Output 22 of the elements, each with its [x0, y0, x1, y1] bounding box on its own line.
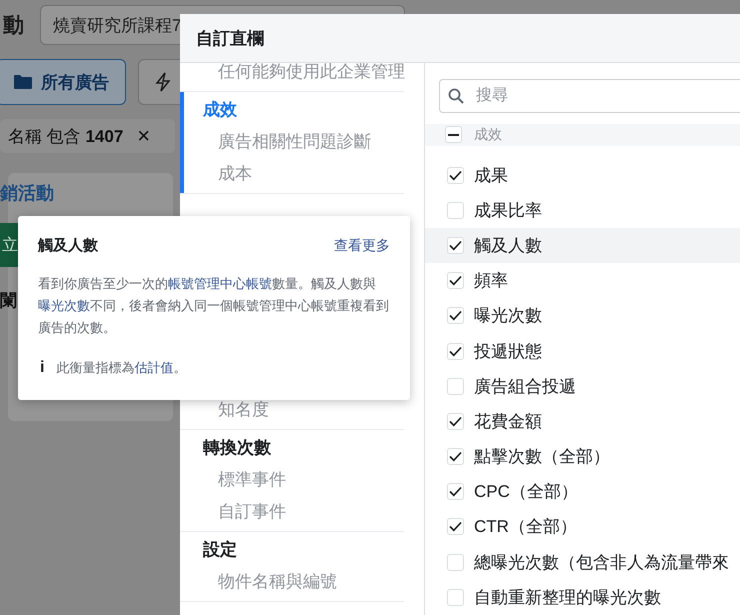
column-label: 觸及人數 [474, 235, 542, 258]
column-label: 點擊次數（全部） [474, 446, 610, 468]
column-label: 曝光次數 [474, 305, 542, 328]
column-label: 花費金額 [474, 410, 542, 433]
column-label: CTR（全部） [474, 516, 577, 538]
column-label: 自動重新整理的曝光次數 [474, 586, 661, 609]
page-title: 動 [2, 13, 24, 39]
column-label: 頻率 [474, 270, 508, 292]
tooltip-description: 看到你廣告至少一次的帳號管理中心帳號數量。觸及人數與 曝光次數不同，後者會納入同一個帳號管理中心帳號重複看到廣告的次數。 [38, 275, 390, 337]
column-label: 總曝光次數（包含非人為流量帶來 [474, 552, 729, 574]
column-label: 廣告組合投遞 [474, 376, 576, 398]
column-label: CPC（全部） [474, 481, 578, 504]
column-label: 成果比率 [474, 200, 542, 222]
column-label: 成果 [474, 164, 508, 187]
tooltip-title: 觸及人數 [38, 236, 98, 255]
dialog-title: 自訂直欄 [196, 28, 264, 50]
card-text: 闌 [0, 290, 17, 312]
group-label: 成效 [474, 126, 502, 144]
filter-text: 名稱 包含 1407 [8, 126, 124, 148]
column-label: 投遞狀態 [474, 340, 542, 363]
estimate-note: 此衡量指標為估計值。 [56, 359, 186, 377]
info-icon: i [38, 359, 48, 377]
